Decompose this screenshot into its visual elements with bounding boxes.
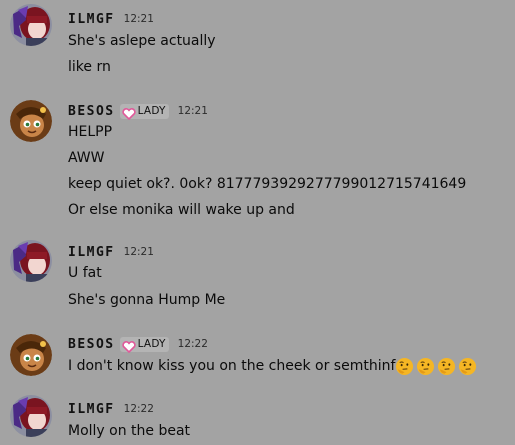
timestamp[interactable]: 12:22: [178, 338, 208, 350]
message-text: She's gonna Hump Me: [68, 292, 226, 308]
message-header: BESOS LADY 12:22: [68, 335, 208, 353]
message-text: like rn: [68, 59, 111, 75]
avatar-brown-hair-character-image: [10, 334, 52, 376]
timestamp[interactable]: 12:22: [124, 403, 154, 415]
message-group: ILMGF 12:21 She's aslepe actually like r…: [0, 0, 515, 86]
avatar-besos[interactable]: [10, 334, 52, 376]
thinking-face-emoji[interactable]: [395, 357, 414, 376]
thinking-face-emoji[interactable]: [416, 357, 435, 376]
avatar-ilmgf[interactable]: [10, 395, 52, 437]
message-text: She's aslepe actually: [68, 33, 216, 49]
message-group: BESOS LADY 12:22 I don't know kiss you o…: [0, 330, 515, 382]
message-text: Or else monika will wake up and: [68, 202, 295, 218]
timestamp[interactable]: 12:21: [124, 13, 154, 25]
message-text: U fat: [68, 265, 102, 281]
message-text: AWW: [68, 150, 105, 166]
avatar-ilmgf[interactable]: [10, 4, 52, 46]
avatar-red-hair-purple-bow-image: [10, 4, 52, 46]
chat-message-list: ILMGF 12:21 She's aslepe actually like r…: [0, 0, 515, 445]
message-text: I don't know kiss you on the cheek or se…: [68, 358, 396, 374]
timestamp[interactable]: 12:21: [124, 246, 154, 258]
username[interactable]: ILMGF: [68, 12, 115, 27]
role-tag: LADY: [119, 103, 169, 120]
message-group: BESOS LADY 12:21 HELPP AWW keep quiet ok…: [0, 96, 515, 226]
message-header: ILMGF 12:21: [68, 243, 154, 261]
username[interactable]: ILMGF: [68, 402, 115, 417]
avatar-red-hair-purple-bow-image: [10, 240, 52, 282]
avatar-ilmgf[interactable]: [10, 240, 52, 282]
heart-icon: [121, 105, 136, 120]
message-group: ILMGF 12:21 U fat She's gonna Hump Me: [0, 236, 515, 318]
message-group: ILMGF 12:22 Molly on the beat: [0, 392, 515, 445]
message-text: HELPP: [68, 124, 113, 140]
role-tag-label: LADY: [137, 105, 166, 117]
heart-icon: [121, 338, 136, 353]
username[interactable]: BESOS: [68, 337, 115, 352]
username[interactable]: BESOS: [68, 104, 115, 119]
username[interactable]: ILMGF: [68, 245, 115, 260]
message-header: ILMGF 12:22: [68, 400, 154, 418]
thinking-face-emoji[interactable]: [437, 357, 456, 376]
thinking-face-emoji[interactable]: [458, 357, 477, 376]
avatar-red-hair-purple-bow-image: [10, 395, 52, 437]
message-line: I don't know kiss you on the cheek or se…: [68, 357, 477, 375]
role-tag-label: LADY: [137, 338, 166, 350]
message-text: keep quiet ok?. 0ok? 8177793929277799012…: [68, 176, 467, 192]
message-header: BESOS LADY 12:21: [68, 102, 208, 120]
avatar-besos[interactable]: [10, 100, 52, 142]
avatar-brown-hair-character-image: [10, 100, 52, 142]
timestamp[interactable]: 12:21: [178, 105, 208, 117]
role-tag: LADY: [119, 336, 169, 353]
message-text: Molly on the beat: [68, 423, 191, 439]
message-header: ILMGF 12:21: [68, 10, 154, 28]
